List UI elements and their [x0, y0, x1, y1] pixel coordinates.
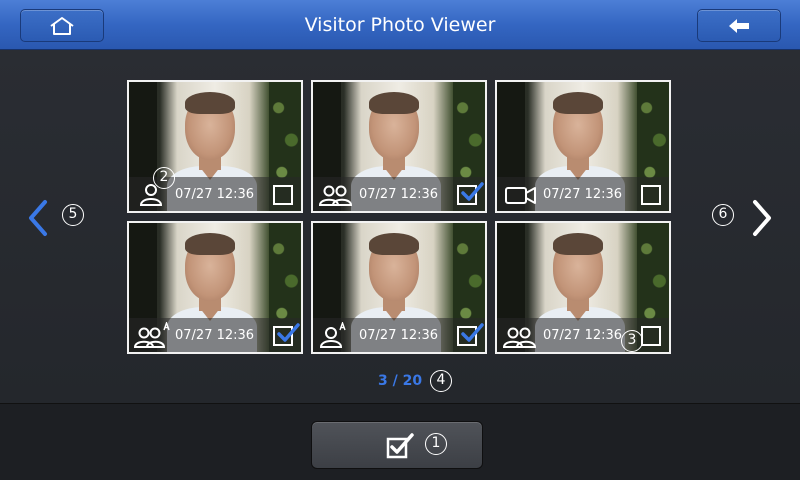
- select-checkbox[interactable]: [273, 323, 300, 346]
- person-a-icon: [319, 322, 346, 348]
- checkmark-icon: [461, 182, 484, 201]
- thumbnail-timestamp: 07/27 12:36: [543, 328, 623, 343]
- checkmark-icon: [277, 323, 300, 342]
- header-bar: Visitor Photo Viewer: [0, 0, 800, 50]
- photo-thumbnail[interactable]: 07/27 12:36: [127, 221, 303, 354]
- callout-marker: 1: [425, 433, 447, 455]
- chevron-right-icon[interactable]: [745, 198, 775, 238]
- chevron-left-icon[interactable]: [25, 198, 55, 238]
- checkbox-icon: [386, 433, 414, 459]
- photo-thumbnail[interactable]: 07/27 12:36: [127, 80, 303, 213]
- select-all-button[interactable]: [311, 421, 483, 469]
- back-button[interactable]: [697, 9, 781, 42]
- page-indicator: 3 / 20: [378, 373, 423, 389]
- checkmark-icon: [461, 323, 484, 342]
- photo-thumbnail[interactable]: 07/27 12:36: [311, 80, 487, 213]
- thumbnail-info-strip: 07/27 12:36: [313, 318, 485, 352]
- thumbnail-info-strip: 07/27 12:36: [497, 177, 669, 211]
- thumbnail-timestamp: 07/27 12:36: [359, 328, 439, 343]
- home-icon: [50, 16, 74, 35]
- thumbnail-info-strip: 07/27 12:36: [497, 318, 669, 352]
- select-checkbox[interactable]: [273, 185, 293, 205]
- back-arrow-icon: [729, 18, 749, 33]
- callout-marker: 3: [621, 330, 643, 352]
- thumbnail-timestamp: 07/27 12:36: [175, 187, 255, 202]
- callout-marker: 6: [712, 204, 734, 226]
- callout-marker: 2: [153, 167, 175, 189]
- page-title: Visitor Photo Viewer: [304, 14, 496, 36]
- thumbnail-info-strip: 07/27 12:36: [313, 177, 485, 211]
- select-checkbox[interactable]: [457, 323, 484, 346]
- select-checkbox[interactable]: [457, 182, 484, 205]
- home-button[interactable]: [20, 9, 104, 42]
- callout-marker: 4: [430, 370, 452, 392]
- photo-thumbnail[interactable]: 07/27 12:36: [495, 80, 671, 213]
- select-checkbox[interactable]: [641, 185, 661, 205]
- photo-thumbnail[interactable]: 07/27 12:36: [495, 221, 671, 354]
- thumbnail-timestamp: 07/27 12:36: [175, 328, 255, 343]
- two-persons-a-icon: [133, 322, 170, 348]
- two-persons-icon: [502, 327, 537, 348]
- video-camera-icon: [505, 187, 536, 204]
- photo-thumbnail[interactable]: 07/27 12:36: [311, 221, 487, 354]
- select-checkbox[interactable]: [641, 326, 661, 346]
- thumbnail-timestamp: 07/27 12:36: [543, 187, 623, 202]
- thumbnail-timestamp: 07/27 12:36: [359, 187, 439, 202]
- two-persons-icon: [318, 185, 353, 206]
- callout-marker: 5: [62, 204, 84, 226]
- visitor-photo-viewer-screen: Visitor Photo Viewer 07/27 12:36 07/27 1…: [0, 0, 800, 480]
- thumbnail-info-strip: 07/27 12:36: [129, 318, 301, 352]
